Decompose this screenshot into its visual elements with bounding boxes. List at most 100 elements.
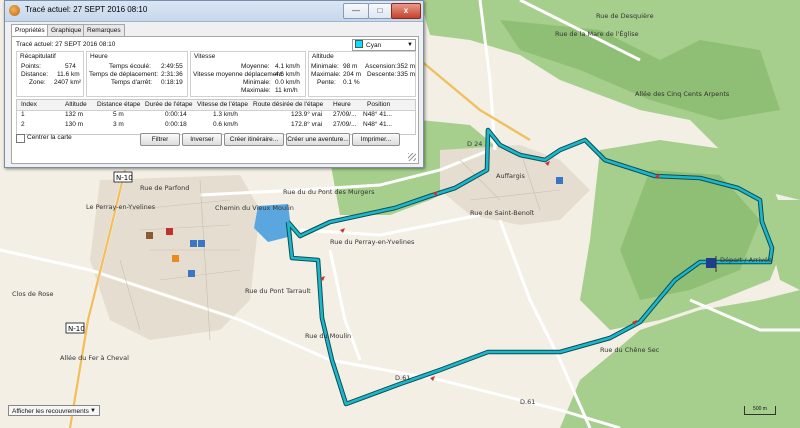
chevron-down-icon: ▼	[90, 408, 96, 414]
ecoule-value: 2:49:55	[161, 63, 183, 70]
action-button-row: Centrer la carte Filtrer Inverser Créer …	[16, 133, 414, 147]
vitesse-deplacement-value: 4.6 km/h	[275, 71, 300, 78]
col-route[interactable]: Route désirée de l'étape	[253, 101, 323, 108]
arret-value: 0:18:19	[161, 79, 183, 86]
close-button[interactable]: x	[391, 3, 421, 19]
table-cell: 0:00:14	[165, 111, 187, 118]
create-adventure-button[interactable]: Créer une aventure...	[286, 133, 350, 146]
filter-button[interactable]: Filtrer	[140, 133, 180, 146]
col-duree[interactable]: Durée de l'étape	[145, 101, 193, 108]
table-cell: 1	[21, 111, 25, 118]
scale-label: 500 m	[753, 406, 767, 412]
heure-title: Heure	[90, 53, 108, 60]
descente-label: Descente:	[367, 71, 397, 78]
table-cell: N48° 41...	[363, 111, 392, 118]
label-mare: Rue de la Mare de l'Église	[555, 29, 639, 38]
label-moulin: Rue du Moulin	[305, 332, 351, 340]
table-cell: 3 m	[113, 121, 124, 128]
create-itinerary-button[interactable]: Créer itinéraire...	[224, 133, 284, 146]
label-vieux-moulin: Chemin du Vieux Moulin	[215, 204, 294, 212]
vitesse-title: Vitesse	[194, 53, 216, 60]
town-perray-label: Le Perray-en-Yvelines	[86, 203, 156, 211]
ascension-value: 352 m	[397, 63, 416, 70]
zone-label: Zone:	[29, 79, 46, 86]
col-position[interactable]: Position	[367, 101, 390, 108]
label-d61-b: D.61	[520, 398, 535, 406]
pente-value: 0.1 %	[343, 79, 360, 86]
label-cinq-cents: Allée des Cinq Cents Arpents	[635, 90, 730, 98]
resize-grip-icon[interactable]	[408, 153, 416, 161]
points-label: Points:	[21, 63, 41, 70]
invert-button[interactable]: Inverser	[182, 133, 222, 146]
alt-min-value: 98 m	[343, 63, 358, 70]
table-cell: 1.3 km/h	[213, 111, 238, 118]
table-row[interactable]: 2 130 m 3 m 0:00:18 0.6 km/h 172.8° vrai…	[17, 121, 415, 130]
app-icon	[9, 5, 20, 16]
track-properties-window[interactable]: Tracé actuel: 27 SEPT 2016 08:10 — □ x P…	[4, 0, 424, 168]
heure-group: Heure Temps écoulé: 2:49:55 Temps de dép…	[86, 51, 188, 97]
depart-label: Départ / Arrivée	[720, 256, 772, 264]
altitude-title: Altitude	[312, 53, 334, 60]
label-perray: Rue du Perray-en-Yvelines	[330, 238, 415, 246]
label-d24: D 24	[467, 140, 482, 148]
distance-label: Distance:	[21, 71, 49, 78]
col-heure[interactable]: Heure	[333, 101, 351, 108]
ecoule-label: Temps écoulé:	[109, 63, 151, 70]
label-fer-cheval: Allée du Fer à Cheval	[60, 354, 129, 362]
table-cell: 123.9° vrai	[291, 111, 323, 118]
recap-group: Récapitulatif Points: 574 Distance: 11.6…	[16, 51, 84, 97]
label-parfond: Rue de Parfond	[140, 184, 189, 192]
road-shield-n10-b: N-10	[65, 322, 85, 334]
color-dropdown-value: Cyan	[366, 42, 382, 49]
trace-name-label: Tracé actuel: 27 SEPT 2016 08:10	[16, 41, 116, 48]
print-button[interactable]: Imprimer...	[352, 133, 400, 146]
zone-value: 2407 km²	[54, 79, 82, 86]
label-saint-benoit: Rue de Saint-Benoît	[470, 209, 535, 217]
label-d61: D.61	[395, 374, 410, 382]
table-cell: 132 m	[65, 111, 84, 118]
color-dropdown[interactable]: Cyan ▼	[352, 39, 416, 51]
color-swatch	[355, 40, 363, 48]
vitesse-moyenne-label: Moyenne:	[241, 63, 270, 70]
alt-min-label: Minimale:	[311, 63, 339, 70]
label-pont-murgers: Rue du du Pont des Murgers	[283, 188, 375, 196]
pente-label: Pente:	[317, 79, 336, 86]
arret-label: Temps d'arrêt:	[111, 79, 152, 86]
tab-remarques[interactable]: Remarques	[83, 24, 125, 36]
recap-title: Récapitulatif	[20, 53, 56, 60]
minimize-button[interactable]: —	[343, 3, 369, 19]
overlay-dropdown[interactable]: Afficher les recouvrements ▼	[8, 405, 100, 416]
table-cell: 0:00:18	[165, 121, 187, 128]
overlay-dropdown-label: Afficher les recouvrements	[12, 408, 89, 415]
window-titlebar[interactable]: Tracé actuel: 27 SEPT 2016 08:10 — □ x	[5, 1, 423, 22]
col-index[interactable]: Index	[21, 101, 37, 108]
road-shield-n10-a: N-10	[113, 171, 133, 183]
center-map-label[interactable]: Centrer la carte	[27, 134, 72, 141]
deplacement-label: Temps de déplacement:	[89, 71, 159, 78]
altitude-group: Altitude Minimale: 98 m Maximale: 204 m …	[308, 51, 416, 97]
center-map-checkbox[interactable]	[16, 134, 25, 143]
vitesse-min-value: 0.0 km/h	[275, 79, 300, 86]
vitesse-min-label: Minimale:	[243, 79, 271, 86]
track-points-table[interactable]: Index Altitude Distance étape Durée de l…	[16, 99, 416, 135]
col-vitesse[interactable]: Vitesse de l'étape	[197, 101, 248, 108]
table-cell: 0.6 km/h	[213, 121, 238, 128]
col-altitude[interactable]: Altitude	[65, 101, 87, 108]
maximize-button[interactable]: □	[368, 3, 392, 19]
table-cell: 27/09/...	[333, 111, 357, 118]
col-distance[interactable]: Distance étape	[97, 101, 140, 108]
town-auffargis-label: Auffargis	[496, 172, 526, 180]
table-cell: 27/09/...	[333, 121, 357, 128]
descente-value: 335 m	[397, 71, 416, 78]
deplacement-value: 2:31:36	[161, 71, 183, 78]
table-row[interactable]: 1 132 m 5 m 0:00:14 1.3 km/h 123.9° vrai…	[17, 111, 415, 120]
tab-graphique[interactable]: Graphique	[47, 24, 86, 36]
map-scale-bar: 500 m	[744, 406, 776, 415]
vitesse-max-value: 11 km/h	[275, 87, 298, 94]
points-value: 574	[65, 63, 76, 70]
label-clos-rose: Clos de Rose	[12, 290, 54, 298]
window-title: Tracé actuel: 27 SEPT 2016 08:10	[25, 5, 148, 14]
distance-value: 11.6 km	[57, 71, 80, 78]
properties-panel: Tracé actuel: 27 SEPT 2016 08:10 Cyan ▼ …	[11, 36, 419, 164]
label-chene: Rue du Chêne Sec	[600, 346, 660, 354]
